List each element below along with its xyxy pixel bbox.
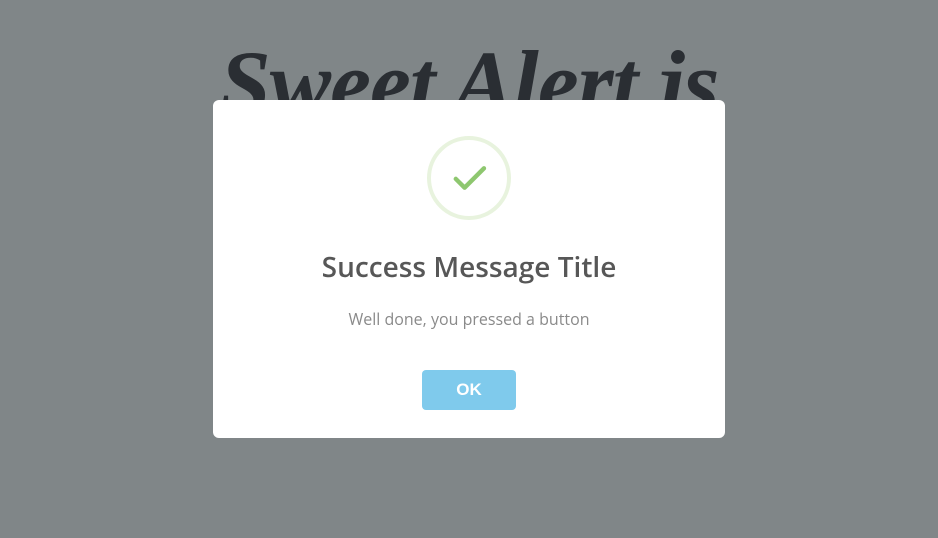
ok-button[interactable]: OK: [422, 370, 516, 410]
alert-text: Well done, you pressed a button: [243, 308, 695, 330]
success-icon: [427, 136, 511, 220]
check-icon: [447, 156, 491, 200]
alert-modal: Success Message Title Well done, you pre…: [213, 100, 725, 438]
alert-title: Success Message Title: [243, 248, 695, 286]
